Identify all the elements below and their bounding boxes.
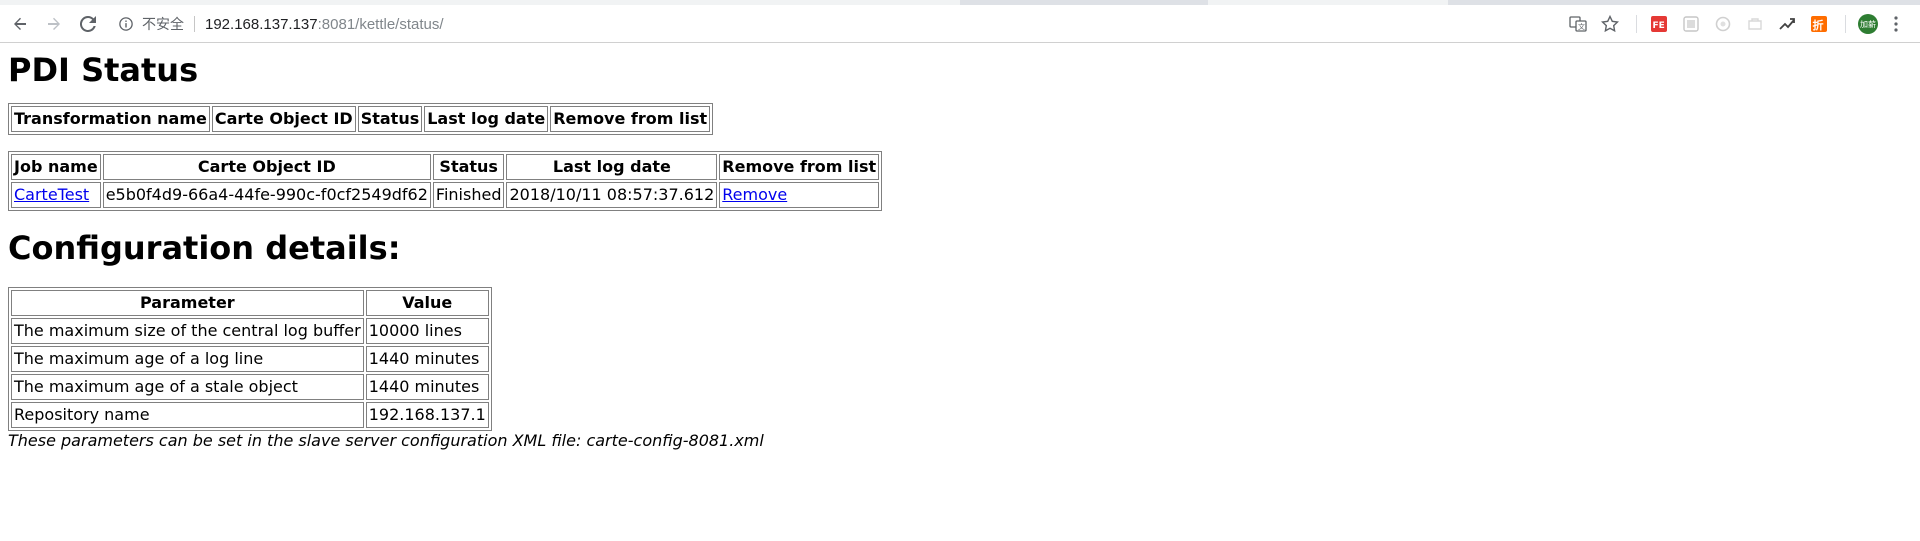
carte-object-id-cell: e5b0f4d9-66a4-44fe-990c-f0cf2549df62 <box>102 182 431 208</box>
column-header: Transformation name <box>11 106 210 132</box>
table-header-row: Job name Carte Object ID Status Last log… <box>11 154 880 180</box>
parameter-cell: The maximum size of the central log buff… <box>11 318 364 344</box>
column-header: Last log date <box>424 106 549 132</box>
url-host[interactable]: 192.168.137.137 <box>205 16 318 33</box>
svg-text:文: 文 <box>1578 22 1585 31</box>
table-row: Repository name 192.168.137.1 <box>11 402 489 428</box>
security-label[interactable]: 不安全 <box>142 14 184 34</box>
reload-icon <box>80 15 96 32</box>
column-header: Value <box>365 290 489 316</box>
column-header: Job name <box>11 154 101 180</box>
value-cell: 1440 minutes <box>365 346 489 372</box>
column-header: Parameter <box>11 290 364 316</box>
extensions-area: 文 FE 折 加薪 <box>1564 5 1920 43</box>
translate-icon[interactable]: 文 <box>1564 10 1592 38</box>
avatar: 加薪 <box>1858 14 1878 34</box>
column-header: Status <box>357 106 423 132</box>
jobs-table: Job name Carte Object ID Status Last log… <box>8 151 883 211</box>
remove-cell: Remove <box>719 182 880 208</box>
omnibox-divider <box>194 16 195 32</box>
job-name-link[interactable]: CarteTest <box>14 185 89 204</box>
column-header: Last log date <box>506 154 718 180</box>
parameter-cell: The maximum age of a log line <box>11 346 364 372</box>
table-header-row: Transformation name Carte Object ID Stat… <box>11 106 711 132</box>
table-header-row: Parameter Value <box>11 290 489 316</box>
table-row: The maximum age of a stale object 1440 m… <box>11 374 489 400</box>
page-title: PDI Status <box>8 51 199 89</box>
back-arrow-icon <box>14 17 26 30</box>
table-row: The maximum age of a log line 1440 minut… <box>11 346 489 372</box>
browser-menu-button[interactable] <box>1886 10 1906 38</box>
column-header: Carte Object ID <box>102 154 431 180</box>
table-row: CarteTest e5b0f4d9-66a4-44fe-990c-f0cf25… <box>11 182 880 208</box>
toolbar-divider <box>1636 15 1637 33</box>
address-bar[interactable]: 不安全 192.168.137.137:8081/kettle/status/ <box>108 10 1620 38</box>
column-header: Remove from list <box>719 154 880 180</box>
configuration-title: Configuration details: <box>8 229 401 267</box>
last-log-date-cell: 2018/10/11 08:57:37.612 <box>506 182 718 208</box>
transformations-table: Transformation name Carte Object ID Stat… <box>8 103 714 135</box>
column-header: Status <box>432 154 505 180</box>
parameter-cell: The maximum age of a stale object <box>11 374 364 400</box>
extension-icon[interactable] <box>1677 10 1705 38</box>
browser-toolbar: 不安全 192.168.137.137:8081/kettle/status/ … <box>0 5 1920 43</box>
remove-link[interactable]: Remove <box>722 185 787 204</box>
value-cell: 10000 lines <box>365 318 489 344</box>
forward-arrow-icon <box>48 17 60 30</box>
column-header: Remove from list <box>550 106 711 132</box>
column-header: Carte Object ID <box>211 106 356 132</box>
discount-extension-icon[interactable]: 折 <box>1805 10 1833 38</box>
toolbar-divider <box>1845 15 1846 33</box>
configuration-note: These parameters can be set in the slave… <box>8 431 764 450</box>
extension-icon[interactable] <box>1741 10 1769 38</box>
page-content: PDI Status Transformation name Carte Obj… <box>0 51 1920 450</box>
parameter-cell: Repository name <box>11 402 364 428</box>
url-path[interactable]: :8081/kettle/status/ <box>318 16 444 33</box>
table-row: The maximum size of the central log buff… <box>11 318 489 344</box>
bookmark-star-icon[interactable] <box>1596 10 1624 38</box>
fe-extension-icon[interactable]: FE <box>1645 10 1673 38</box>
configuration-table: Parameter Value The maximum size of the … <box>8 287 492 431</box>
value-cell: 1440 minutes <box>365 374 489 400</box>
job-name-cell: CarteTest <box>11 182 101 208</box>
back-button[interactable] <box>6 10 34 38</box>
extension-icon[interactable] <box>1709 10 1737 38</box>
profile-button[interactable]: 加薪 <box>1854 10 1882 38</box>
status-cell: Finished <box>432 182 505 208</box>
info-icon[interactable] <box>118 16 134 32</box>
svg-text:折: 折 <box>1813 18 1824 32</box>
reload-button[interactable] <box>74 10 102 38</box>
extension-icon[interactable] <box>1773 10 1801 38</box>
svg-text:FE: FE <box>1653 21 1665 31</box>
value-cell: 192.168.137.1 <box>365 402 489 428</box>
more-vertical-icon <box>1894 16 1898 32</box>
forward-button[interactable] <box>40 10 68 38</box>
